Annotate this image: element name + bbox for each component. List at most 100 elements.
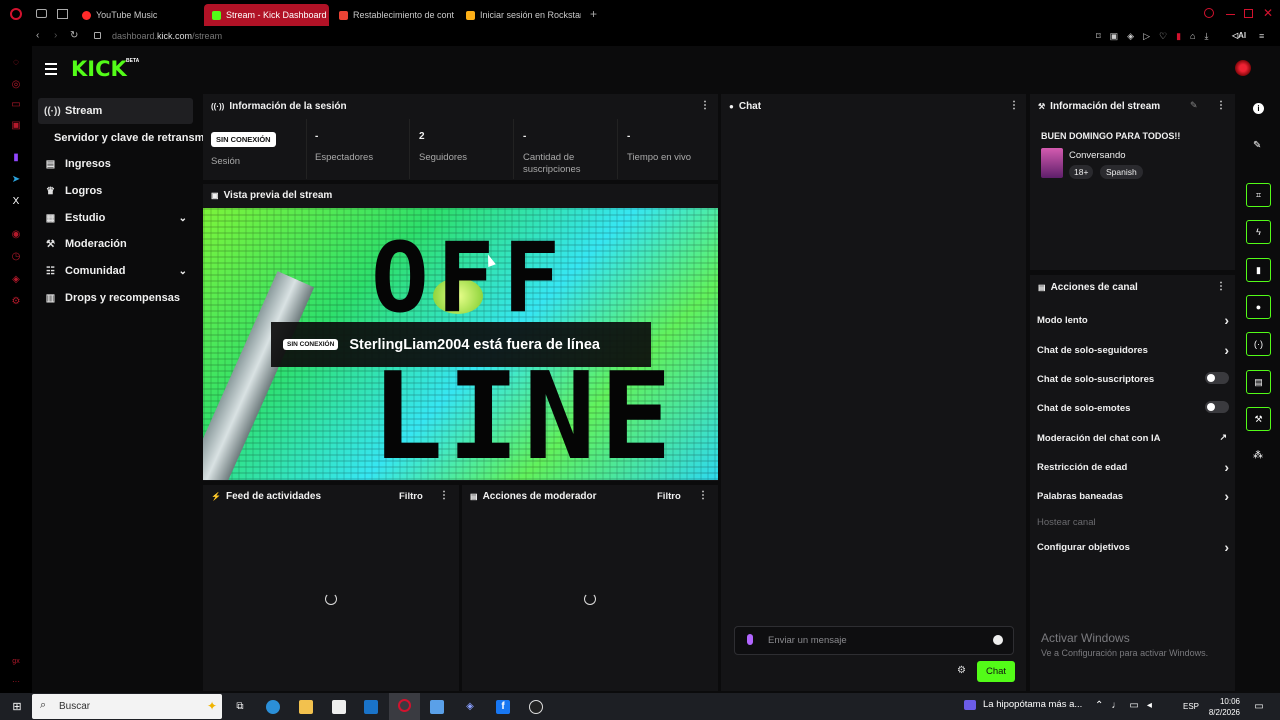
extensions-icon[interactable]: ◈ [10,274,22,286]
tool-moderation-button[interactable]: ⚒ [1246,407,1271,431]
category-thumbnail[interactable] [1041,148,1063,178]
emoji-icon[interactable] [993,635,1003,645]
filter-button[interactable]: Filtro [657,491,681,502]
menu-icon[interactable]: ≡ [1259,31,1264,41]
back-icon[interactable]: ‹ [36,30,39,41]
action-row-age-restriction[interactable]: Restricción de edad › [1037,459,1229,475]
x-twitter-icon[interactable]: X [10,196,22,208]
more-options-icon[interactable]: ⋮ [439,490,449,501]
category-name[interactable]: Conversando [1069,150,1126,161]
more-options-icon[interactable]: ⋮ [700,100,710,111]
forward-icon[interactable]: › [54,30,57,41]
action-row-followers-only[interactable]: Chat de solo-seguidores › [1037,342,1229,358]
maximize-icon[interactable] [1244,9,1253,18]
emotes-only-toggle[interactable] [1205,401,1229,413]
edit-pencil-icon[interactable]: ✎ [1190,100,1198,111]
download-icon[interactable]: ⤓ [1204,31,1217,41]
account-icon[interactable]: ⌂ [1190,31,1204,41]
chat-settings-icon[interactable]: ⚙ [957,665,966,676]
hamburger-menu-icon[interactable] [45,63,57,75]
chat-send-button[interactable]: Chat [977,661,1015,682]
ai-icon[interactable]: ◁AI [1232,31,1246,40]
windows-start-icon[interactable]: ⊞ [10,700,24,714]
url-field[interactable]: dashboard.kick.com/stream [112,31,222,41]
task-view-icon[interactable]: ⧉ [233,700,247,714]
player-icon[interactable]: ▷ [1143,31,1159,41]
notifications-icon[interactable]: ▭ [1252,700,1266,714]
more-options-icon[interactable]: ⋮ [1216,100,1226,111]
action-row-set-goals[interactable]: Configurar objetivos › [1037,539,1229,555]
edge-icon[interactable] [266,700,280,714]
sidebar-item-stream[interactable]: ((·)) Stream [38,98,193,124]
network-icon[interactable]: ▭ [1129,700,1146,711]
photos-icon[interactable] [430,700,444,714]
bookmark-icon[interactable]: ⌑ [1096,31,1110,41]
heart-icon[interactable]: ♡ [1159,31,1176,41]
twitch-icon[interactable]: ▮ [10,152,22,164]
tab-kick-dashboard[interactable]: Stream - Kick Dashboard [204,4,329,26]
action-row-slow-mode[interactable]: Modo lento › [1037,312,1229,328]
action-row-ai-moderation[interactable]: Moderación del chat con IA ↗ [1037,432,1229,444]
tab-rockstar[interactable]: Iniciar sesión en Rockstar [466,5,581,25]
wallet-icon[interactable]: ▮ [1176,31,1190,41]
sidebar-item-logros[interactable]: ♛ Logros [38,178,193,204]
gx-icon[interactable]: gx [10,656,22,668]
volume-icon[interactable]: ◂ [1147,700,1160,711]
more-options-icon[interactable]: ⋮ [1216,281,1226,292]
edit-icon[interactable]: ✎ [1253,140,1261,151]
workspace-icon[interactable] [57,9,68,19]
more-rail-icon[interactable]: ··· [10,676,22,688]
shield-icon[interactable]: ◈ [1127,31,1143,41]
tab-list-icon[interactable] [36,9,47,18]
close-icon[interactable]: ✕ [1263,6,1273,20]
action-row-banned-words[interactable]: Palabras baneadas › [1037,488,1229,504]
language-indicator[interactable]: ESP [1183,702,1199,711]
filter-button[interactable]: Filtro [399,491,423,502]
more-options-icon[interactable]: ⋮ [1009,100,1019,111]
tool-notes-button[interactable]: ▮ [1246,258,1271,282]
messenger-icon[interactable]: ▭ [10,99,22,111]
history-icon[interactable]: ◷ [10,251,22,263]
subscribers-only-toggle[interactable] [1205,372,1229,384]
opera-taskbar-icon[interactable] [389,693,420,720]
settings-rail-icon[interactable]: ⚙ [10,296,22,308]
chat-input[interactable]: Enviar un mensaje [734,626,1014,655]
obs-icon[interactable] [529,700,543,714]
tool-flash-button[interactable]: ϟ [1246,220,1271,244]
facebook-icon[interactable]: f [496,700,510,714]
microphone-icon[interactable]: ♩ [1111,700,1129,711]
clock[interactable]: 10:06 8/2/2026 [1206,696,1240,718]
tool-chat-button[interactable]: ● [1246,295,1271,319]
app-diamond-icon[interactable]: ◈ [463,700,477,714]
user-avatar[interactable] [1235,60,1251,76]
chevron-down-icon[interactable]: ⌄ [179,213,187,224]
sidebar-item-comunidad[interactable]: ☷ Comunidad ⌄ [38,258,193,284]
new-tab-icon[interactable]: + [590,7,597,21]
chevron-down-icon[interactable]: ⌄ [179,266,187,277]
minimize-icon[interactable] [1226,14,1235,15]
outlook-icon[interactable] [364,700,378,714]
info-icon[interactable]: i [1253,103,1264,114]
aria-icon[interactable]: ◌ [10,57,22,69]
opera-logo-icon[interactable] [10,8,22,20]
tab-gmail[interactable]: Restablecimiento de contr [339,5,454,25]
crypto-wallet-icon[interactable]: ◎ [10,79,22,91]
chevron-up-icon[interactable]: ⌃ [1095,700,1111,711]
tool-layout-button[interactable]: ▤ [1246,370,1271,394]
tool-broadcast-button[interactable]: (·) [1246,332,1271,356]
microphone-icon[interactable] [747,634,753,645]
reload-icon[interactable]: ↻ [70,30,78,41]
widgets-icon[interactable]: ⁂ [1253,450,1263,461]
news-icon[interactable]: ▣ [10,120,22,132]
sidebar-item-drops[interactable]: ▥ Drops y recompensas [38,285,193,311]
tab-youtube-music[interactable]: YouTube Music [82,5,192,25]
search-tabs-icon[interactable] [1204,8,1214,18]
more-options-icon[interactable]: ⋮ [698,490,708,501]
tool-screenshot-button[interactable]: ⌗ [1246,183,1271,207]
sidebar-item-ingresos[interactable]: ▤ Ingresos [38,151,193,177]
sidebar-item-stream-key[interactable]: Servidor y clave de retransmisión [48,125,203,151]
taskbar-search[interactable]: ⌕ Buscar ✦ [32,694,222,719]
sidebar-item-moderacion[interactable]: ⚒ Moderación [38,231,193,257]
store-icon[interactable] [332,700,346,714]
snapshot-icon[interactable]: ▣ [1110,31,1128,41]
